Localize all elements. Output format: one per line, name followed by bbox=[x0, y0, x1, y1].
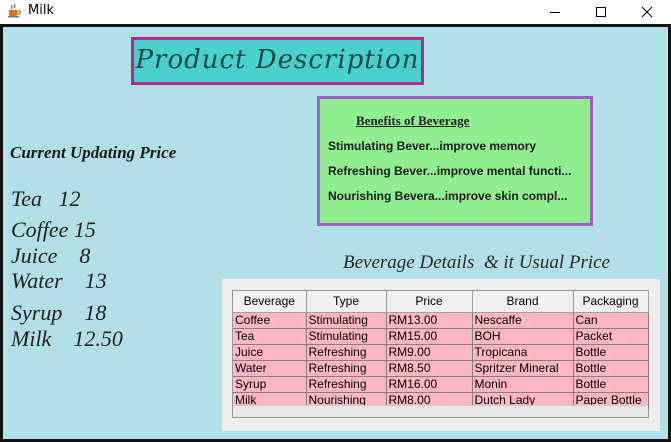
table-panel: Beverage Type Price Brand Packaging Coff… bbox=[222, 279, 660, 431]
cell-beverage[interactable]: Coffee bbox=[233, 312, 307, 329]
table-row[interactable]: Juice Refreshing RM9.00 Tropicana Bottle bbox=[233, 344, 649, 361]
cell-price[interactable]: RM16.00 bbox=[386, 376, 473, 393]
table-row[interactable]: Syrup Refreshing RM16.00 Monin Bottle bbox=[233, 376, 649, 393]
cell-packaging[interactable]: Bottle bbox=[573, 344, 649, 361]
price-item-syrup: Syrup 18 bbox=[11, 300, 107, 325]
cell-type[interactable]: Refreshing bbox=[306, 360, 387, 377]
benefit-line-nourishing: Nourishing Bevera...improve skin compl..… bbox=[328, 189, 568, 203]
cell-price[interactable]: RM9.00 bbox=[386, 344, 473, 361]
beverage-table[interactable]: Beverage Type Price Brand Packaging Coff… bbox=[233, 291, 649, 409]
cell-brand[interactable]: Spritzer Mineral bbox=[472, 360, 574, 377]
cell-beverage[interactable]: Water bbox=[233, 360, 307, 377]
current-price-label: Current Updating Price bbox=[10, 143, 177, 162]
cell-packaging[interactable]: Can bbox=[573, 312, 649, 329]
maximize-button[interactable] bbox=[578, 0, 624, 24]
table-row[interactable]: Coffee Stimulating RM13.00 Nescaffe Can bbox=[233, 312, 649, 329]
cell-type[interactable]: Stimulating bbox=[306, 328, 387, 345]
table-header-row: Beverage Type Price Brand Packaging bbox=[233, 291, 649, 313]
table-horizontal-scrollbar[interactable] bbox=[233, 405, 648, 417]
minimize-icon bbox=[550, 12, 560, 13]
benefit-line-refreshing: Refreshing Bever...improve mental functi… bbox=[328, 164, 572, 178]
cell-packaging[interactable]: Bottle bbox=[573, 360, 649, 377]
beverage-details-title: Beverage Details & it Usual Price bbox=[343, 252, 610, 273]
cell-beverage[interactable]: Juice bbox=[233, 344, 307, 361]
cell-brand[interactable]: Nescaffe bbox=[472, 312, 574, 329]
column-header-brand[interactable]: Brand bbox=[472, 291, 574, 313]
table-row[interactable]: Water Refreshing RM8.50 Spritzer Mineral… bbox=[233, 360, 649, 377]
minimize-button[interactable] bbox=[532, 0, 578, 24]
benefits-panel: Benefits of Beverage Stimulating Bever..… bbox=[317, 96, 593, 226]
beverage-table-scrollpane[interactable]: Beverage Type Price Brand Packaging Coff… bbox=[232, 290, 649, 418]
cell-type[interactable]: Refreshing bbox=[306, 376, 387, 393]
price-item-milk: Milk 12.50 bbox=[11, 326, 123, 351]
table-row[interactable]: Tea Stimulating RM15.00 BOH Packet bbox=[233, 328, 649, 345]
benefits-title: Benefits of Beverage bbox=[356, 113, 470, 128]
page-title: Product Description bbox=[135, 45, 420, 75]
price-item-coffee: Coffee 15 bbox=[11, 217, 96, 242]
price-item-juice: Juice 8 bbox=[11, 243, 91, 268]
cell-beverage[interactable]: Tea bbox=[233, 328, 307, 345]
cell-price[interactable]: RM8.50 bbox=[386, 360, 473, 377]
cell-price[interactable]: RM15.00 bbox=[386, 328, 473, 345]
price-item-water: Water 13 bbox=[11, 268, 107, 293]
heading-box: Product Description bbox=[131, 37, 424, 85]
maximize-icon bbox=[596, 7, 606, 17]
column-header-packaging[interactable]: Packaging bbox=[573, 291, 649, 313]
cell-packaging[interactable]: Bottle bbox=[573, 376, 649, 393]
close-icon bbox=[641, 6, 653, 18]
cell-packaging[interactable]: Packet bbox=[573, 328, 649, 345]
cell-type[interactable]: Refreshing bbox=[306, 344, 387, 361]
column-header-price[interactable]: Price bbox=[386, 291, 473, 313]
cell-brand[interactable]: Tropicana bbox=[472, 344, 574, 361]
benefit-line-stimulating: Stimulating Bever...improve memory bbox=[328, 139, 537, 153]
price-item-tea: Tea 12 bbox=[11, 186, 81, 211]
close-button[interactable] bbox=[624, 0, 670, 24]
title-bar: Milk bbox=[0, 0, 671, 24]
cell-brand[interactable]: BOH bbox=[472, 328, 574, 345]
column-header-beverage[interactable]: Beverage bbox=[233, 291, 307, 313]
cell-beverage[interactable]: Syrup bbox=[233, 376, 307, 393]
cell-brand[interactable]: Monin bbox=[472, 376, 574, 393]
window-title: Milk bbox=[28, 3, 54, 18]
cell-price[interactable]: RM13.00 bbox=[386, 312, 473, 329]
cell-type[interactable]: Stimulating bbox=[306, 312, 387, 329]
java-cup-icon bbox=[6, 3, 22, 19]
column-header-type[interactable]: Type bbox=[306, 291, 387, 313]
